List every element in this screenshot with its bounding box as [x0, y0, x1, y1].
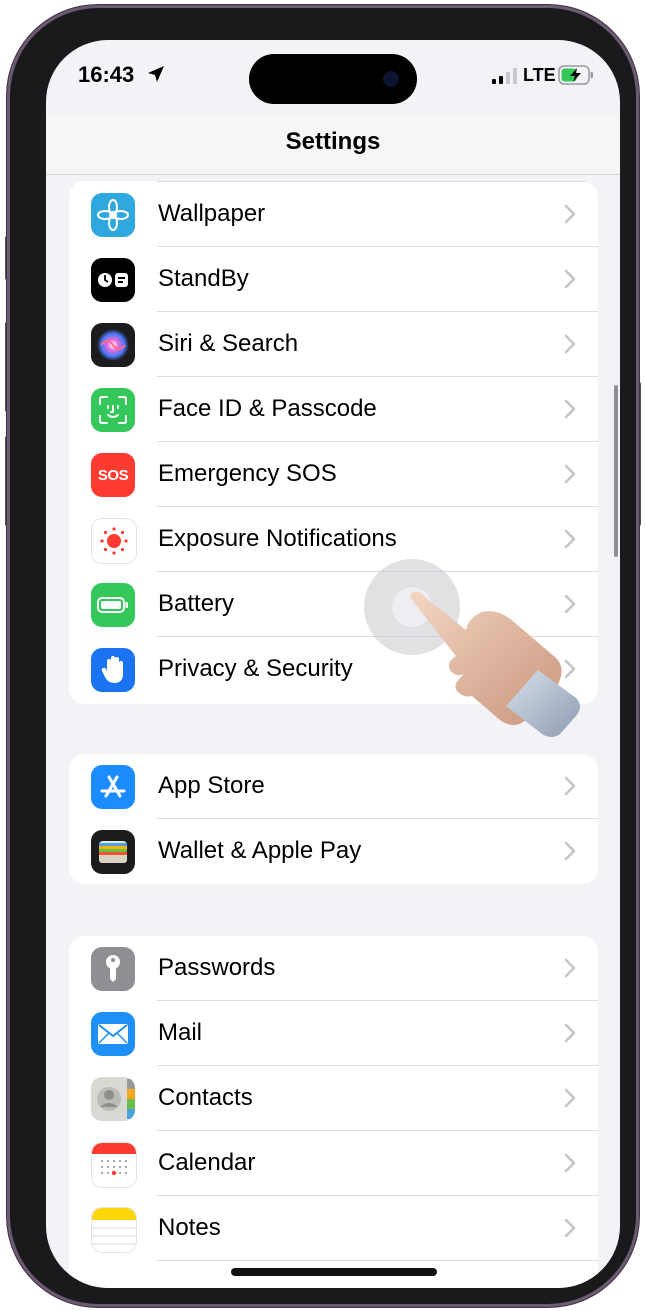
chevron-right-icon: [564, 1023, 576, 1043]
settings-row-label: Mail: [158, 1019, 203, 1046]
chevron-right-icon: [564, 399, 576, 419]
status-time: 16:43: [78, 62, 135, 87]
settings-row-app-store[interactable]: App Store: [69, 754, 598, 819]
chevron-right-icon: [564, 841, 576, 861]
settings-row-face-id[interactable]: Face ID & Passcode: [69, 377, 598, 442]
settings-row-wallet[interactable]: Wallet & Apple Pay: [69, 819, 598, 884]
screen: 16:43 LTE Settings Wallpaper StandBy Sir…: [46, 40, 620, 1288]
chevron-right-icon: [564, 1153, 576, 1173]
settings-group-apps: Passwords Mail Contacts Calendar Notes: [69, 936, 598, 1288]
pointing-hand-icon: [410, 591, 580, 737]
scroll-indicator: [614, 385, 618, 557]
chevron-right-icon: [564, 776, 576, 796]
settings-row-label: Emergency SOS: [158, 460, 337, 487]
contacts-icon: [91, 1077, 135, 1121]
settings-row-label: Face ID & Passcode: [158, 395, 377, 422]
settings-row-label: Privacy & Security: [158, 655, 353, 682]
chevron-right-icon: [564, 958, 576, 978]
settings-row-label: Wallet & Apple Pay: [158, 837, 362, 864]
siri-icon: [91, 323, 135, 367]
settings-row-label: Passwords: [158, 954, 276, 981]
settings-row-standby[interactable]: StandBy: [69, 247, 598, 312]
row-separator: [157, 1260, 598, 1261]
chevron-right-icon: [564, 269, 576, 289]
network-type: LTE: [523, 65, 556, 85]
chevron-right-icon: [564, 1218, 576, 1238]
calendar-icon: [91, 1142, 137, 1188]
cellular-signal-icon: [492, 68, 517, 84]
battery-icon: [91, 583, 135, 627]
settings-row-label: App Store: [158, 772, 265, 799]
chevron-right-icon: [564, 464, 576, 484]
exposure-icon: [91, 518, 137, 564]
settings-row-emergency-sos[interactable]: SOS Emergency SOS: [69, 442, 598, 507]
wallpaper-icon: [91, 193, 135, 237]
key-icon: [91, 947, 135, 991]
power-button: [636, 382, 641, 526]
dynamic-island: [249, 54, 417, 104]
mail-icon: [91, 1012, 135, 1056]
front-camera: [383, 71, 399, 87]
app-store-icon: [91, 765, 135, 809]
settings-group-store: App Store Wallet & Apple Pay: [69, 754, 598, 884]
chevron-right-icon: [564, 204, 576, 224]
settings-row-label: Contacts: [158, 1084, 253, 1111]
settings-row-label: Wallpaper: [158, 200, 266, 227]
settings-row-label: Calendar: [158, 1149, 256, 1176]
settings-row-label: Notes: [158, 1214, 221, 1241]
settings-row-siri[interactable]: Siri & Search: [69, 312, 598, 377]
sos-glyph: SOS: [97, 466, 129, 484]
settings-row-label: Siri & Search: [158, 330, 299, 357]
notes-icon: [91, 1207, 137, 1253]
settings-row-contacts[interactable]: Contacts: [69, 1066, 598, 1131]
settings-row-label: Battery: [158, 590, 235, 617]
settings-row-label: Exposure Notifications: [158, 525, 397, 552]
wallet-icon: [91, 830, 135, 874]
hand-icon: [91, 648, 135, 692]
settings-row-wallpaper[interactable]: Wallpaper: [69, 182, 598, 247]
settings-row-exposure-notifications[interactable]: Exposure Notifications: [69, 507, 598, 572]
chevron-right-icon: [564, 334, 576, 354]
home-indicator[interactable]: [231, 1268, 437, 1276]
settings-row-mail[interactable]: Mail: [69, 1001, 598, 1066]
settings-row-passwords[interactable]: Passwords: [69, 936, 598, 1001]
battery-status-icon: [558, 65, 593, 85]
navigation-bar: Settings: [46, 116, 620, 175]
chevron-right-icon: [564, 529, 576, 549]
face-id-icon: [91, 388, 135, 432]
chevron-right-icon: [564, 1088, 576, 1108]
location-arrow-icon: [148, 66, 164, 82]
page-title: Settings: [285, 128, 381, 155]
settings-row-label: StandBy: [158, 265, 249, 292]
standby-icon: [91, 258, 135, 302]
phone-frame: 16:43 LTE Settings Wallpaper StandBy Sir…: [10, 8, 636, 1304]
sos-icon: SOS: [91, 453, 135, 497]
settings-row-calendar[interactable]: Calendar: [69, 1131, 598, 1196]
settings-row-notes[interactable]: Notes: [69, 1196, 598, 1261]
